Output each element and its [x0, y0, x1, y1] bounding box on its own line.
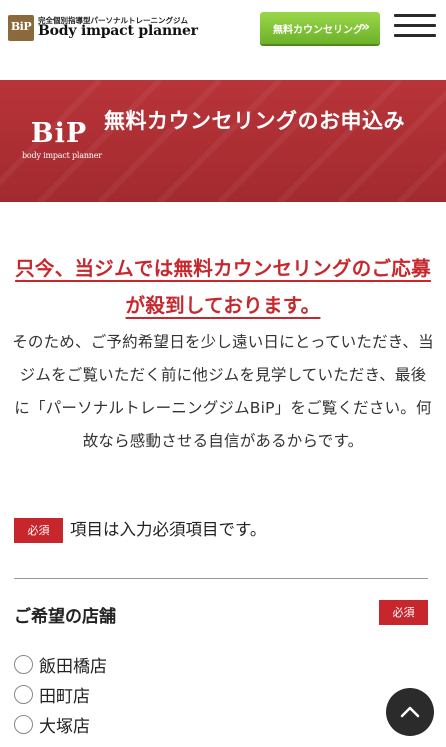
bip-logo-mark: BiP — [30, 118, 88, 149]
store-field-label: ご希望の店舗 — [14, 607, 116, 627]
logo-icon[interactable]: BiP — [8, 15, 34, 41]
logo-mark-text: BiP — [10, 20, 32, 33]
hamburger-icon-bar — [394, 14, 436, 17]
scroll-to-top-button[interactable] — [386, 688, 434, 736]
store-required-badge: 必須 — [379, 600, 428, 625]
logo-name[interactable]: Body impact planner — [38, 23, 198, 39]
store-option-label[interactable]: 大塚店 — [39, 712, 90, 737]
bip-logo: BiP body impact planner — [22, 118, 102, 164]
hamburger-icon-bar — [394, 24, 436, 27]
divider — [14, 578, 428, 579]
radio-button[interactable] — [14, 715, 33, 734]
site-header: BiP 完全個別指導型パーソナルトレーニングジム Body impact pla… — [0, 0, 446, 80]
page-title: 無料カウンセリングのお申込み — [104, 109, 405, 133]
required-note-text: 項目は入力必須項目です。 — [70, 520, 267, 539]
radio-button[interactable] — [14, 685, 33, 704]
required-badge: 必須 — [14, 518, 63, 543]
hamburger-icon-bar — [394, 34, 436, 37]
free-counseling-button[interactable]: 無料カウンセリング » — [260, 12, 380, 44]
hamburger-menu-button[interactable] — [394, 14, 436, 40]
chevron-up-icon — [400, 706, 420, 718]
double-chevron-right-icon: » — [361, 19, 371, 35]
store-option-label[interactable]: 田町店 — [39, 682, 90, 707]
radio-button[interactable] — [14, 655, 33, 674]
notice-body: そのため、ご予約希望日を少し遠い日にとっていただき、当ジムをご覧いただく前に他ジ… — [12, 333, 434, 450]
bip-logo-caption: body impact planner — [22, 151, 102, 160]
cta-label: 無料カウンセリング — [273, 25, 363, 36]
notice-headline-text: 只今、当ジムでは無料カウンセリングのご応募が殺到しております。 — [15, 257, 431, 317]
store-option-label[interactable]: 飯田橋店 — [39, 652, 107, 677]
notice-headline: 只今、当ジムでは無料カウンセリングのご応募が殺到しております。 — [14, 250, 432, 324]
